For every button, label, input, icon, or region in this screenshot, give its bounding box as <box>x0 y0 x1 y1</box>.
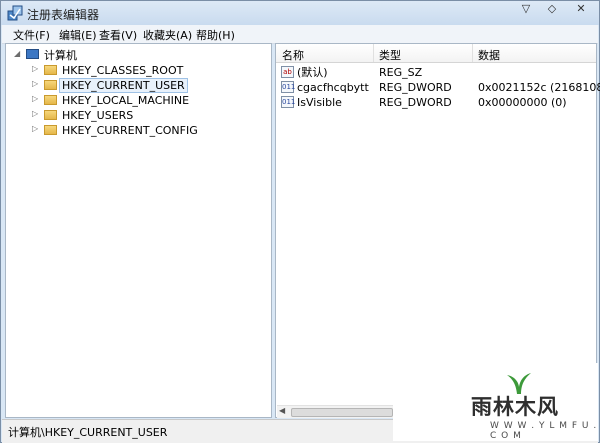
minimize-button[interactable]: ▽ <box>513 1 539 19</box>
value-data: 0x0021152c (2168108) <box>478 81 600 94</box>
tree-item-label: HKEY_CURRENT_USER <box>59 78 188 93</box>
binary-value-icon: 011 <box>281 96 296 108</box>
value-list[interactable]: 名称 类型 数据 ab (默认) REG_SZ 011 cgacfhcqbytt… <box>275 43 600 418</box>
binary-value-icon: 011 <box>281 81 296 93</box>
value-type: REG_DWORD <box>379 81 452 94</box>
menu-help[interactable]: 帮助(H) <box>196 27 235 43</box>
expand-arrow-icon[interactable]: ▷ <box>32 79 38 88</box>
list-header: 名称 类型 数据 <box>276 44 596 63</box>
folder-icon <box>44 110 57 120</box>
column-header-name[interactable]: 名称 <box>282 47 304 63</box>
column-header-data[interactable]: 数据 <box>478 47 500 63</box>
watermark-brand: 雨林木风 <box>471 395 559 419</box>
regedit-app-icon <box>7 5 23 21</box>
registry-tree[interactable]: ◢ 计算机 ▷ HKEY_CLASSES_ROOT ▷ HKEY_CURRENT… <box>5 43 272 418</box>
regedit-window: 注册表编辑器 ▽ ◇ ✕ 文件(F) 编辑(E) 查看(V) 收藏夹(A) 帮助… <box>0 0 600 443</box>
status-path: 计算机\HKEY_CURRENT_USER <box>8 426 168 439</box>
close-button[interactable]: ✕ <box>565 1 597 19</box>
window-title: 注册表编辑器 <box>27 8 100 22</box>
scrollbar-thumb[interactable] <box>291 408 393 417</box>
expand-arrow-icon[interactable]: ▷ <box>32 109 38 118</box>
tree-root-label: 计算机 <box>44 49 77 62</box>
menu-bar: 文件(F) 编辑(E) 查看(V) 收藏夹(A) 帮助(H) <box>2 25 598 44</box>
value-name: (默认) <box>297 66 328 79</box>
column-divider[interactable] <box>373 44 374 62</box>
expand-arrow-icon[interactable]: ▷ <box>32 64 38 73</box>
folder-icon <box>44 65 57 75</box>
tree-item-label: HKEY_CURRENT_CONFIG <box>62 124 198 137</box>
value-type: REG_DWORD <box>379 96 452 109</box>
menu-edit[interactable]: 编辑(E) <box>59 27 97 43</box>
scroll-left-icon[interactable]: ◀ <box>279 406 285 415</box>
tree-item-label: HKEY_USERS <box>62 109 134 122</box>
value-row[interactable]: 011 IsVisible REG_DWORD 0x00000000 (0) <box>276 95 596 110</box>
tree-item-label: HKEY_LOCAL_MACHINE <box>62 94 190 107</box>
value-row[interactable]: ab (默认) REG_SZ <box>276 65 596 80</box>
value-name: IsVisible <box>297 96 342 109</box>
value-name: cgacfhcqbytt <box>297 81 369 94</box>
title-bar: 注册表编辑器 ▽ ◇ ✕ <box>1 1 599 25</box>
watermark: 雨林木风 W W W . Y L M F U . C O M <box>393 363 598 441</box>
maximize-button[interactable]: ◇ <box>539 1 565 19</box>
column-header-type[interactable]: 类型 <box>379 47 401 63</box>
folder-icon <box>44 125 57 135</box>
watermark-url: W W W . Y L M F U . C O M <box>490 421 598 441</box>
folder-icon <box>44 80 57 90</box>
folder-icon <box>44 95 57 105</box>
menu-file[interactable]: 文件(F) <box>13 27 50 43</box>
string-value-icon: ab <box>281 66 294 78</box>
value-type: REG_SZ <box>379 66 423 79</box>
expand-arrow-icon[interactable]: ▷ <box>32 94 38 103</box>
value-row[interactable]: 011 cgacfhcqbytt REG_DWORD 0x0021152c (2… <box>276 80 600 95</box>
computer-icon <box>26 49 39 59</box>
menu-view[interactable]: 查看(V) <box>99 27 137 43</box>
column-divider[interactable] <box>472 44 473 62</box>
expand-arrow-icon[interactable]: ▷ <box>32 124 38 133</box>
value-data: 0x00000000 (0) <box>478 96 567 109</box>
tree-item-label: HKEY_CLASSES_ROOT <box>62 64 184 77</box>
collapse-arrow-icon[interactable]: ◢ <box>14 49 20 58</box>
menu-favorites[interactable]: 收藏夹(A) <box>143 27 192 43</box>
